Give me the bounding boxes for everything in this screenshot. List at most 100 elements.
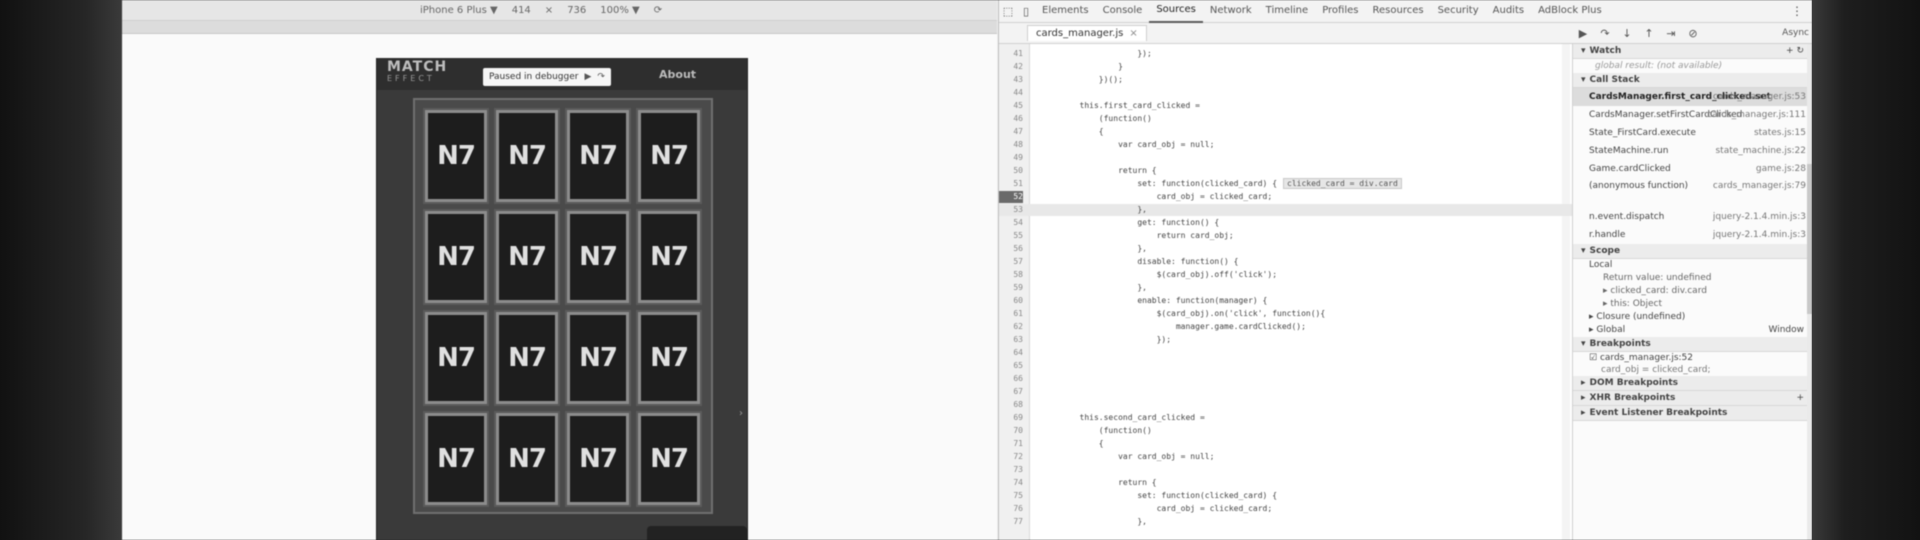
code-line[interactable]: 73: [999, 464, 1572, 476]
code-line[interactable]: 75 set: function(clicked_card) {: [999, 490, 1572, 502]
card[interactable]: N7: [494, 411, 560, 507]
line-number[interactable]: 63: [999, 334, 1023, 346]
scope-local[interactable]: Local: [1573, 259, 1812, 272]
line-number[interactable]: 58: [999, 269, 1023, 281]
card[interactable]: N7: [565, 108, 631, 204]
zoom-select[interactable]: 100% ▼: [600, 5, 639, 16]
resume-button[interactable]: ▶: [584, 72, 591, 82]
frame-location-link[interactable]: game.js:28: [1756, 160, 1806, 178]
rotate-icon[interactable]: ⟳: [654, 5, 662, 16]
code-line[interactable]: 67: [999, 386, 1572, 398]
dom-breakpoints-section-header[interactable]: ▸ DOM Breakpoints: [1573, 376, 1812, 391]
line-number[interactable]: 51: [999, 178, 1023, 190]
tab-profiles[interactable]: Profiles: [1315, 0, 1365, 22]
scope-this[interactable]: ▸ this: Object: [1573, 298, 1812, 311]
pause-on-exceptions-icon[interactable]: ⊘: [1682, 27, 1704, 40]
tab-timeline[interactable]: Timeline: [1259, 0, 1316, 22]
call-stack-frame[interactable]: CardsManager.setFirstCardClicked cards_ma…: [1573, 106, 1812, 124]
breakpoint-line-number[interactable]: 52: [999, 191, 1023, 203]
line-number[interactable]: 54: [999, 217, 1023, 229]
about-link[interactable]: About: [659, 68, 696, 81]
line-number[interactable]: 60: [999, 295, 1023, 307]
step-out-icon[interactable]: ↑: [1638, 27, 1660, 40]
card[interactable]: N7: [636, 108, 702, 204]
breakpoint-item[interactable]: ☑ cards_manager.js:52 card_obj = clicked…: [1573, 352, 1812, 376]
add-icon[interactable]: +: [1796, 391, 1804, 405]
line-number[interactable]: 57: [999, 256, 1023, 268]
add-icon[interactable]: +: [1786, 46, 1794, 56]
code-line[interactable]: 63 });: [999, 334, 1572, 346]
device-height-input[interactable]: 736: [567, 5, 586, 16]
code-line[interactable]: 49: [999, 152, 1572, 164]
line-number[interactable]: 70: [999, 425, 1023, 437]
code-line[interactable]: 62 manager.game.cardClicked();: [999, 321, 1572, 333]
code-line[interactable]: 48 var card_obj = null;: [999, 139, 1572, 151]
card[interactable]: N7: [423, 209, 489, 305]
code-line[interactable]: 68: [999, 399, 1572, 411]
line-number[interactable]: 46: [999, 113, 1023, 125]
card[interactable]: N7: [423, 411, 489, 507]
call-stack-frame[interactable]: Game.cardClicked game.js:28: [1573, 160, 1812, 178]
code-line[interactable]: 59 },: [999, 282, 1572, 294]
line-number[interactable]: 41: [999, 48, 1023, 60]
code-line[interactable]: 71 {: [999, 438, 1572, 450]
call-stack-frame[interactable]: n.event.dispatch jquery-2.1.4.min.js:3: [1573, 208, 1812, 226]
code-line[interactable]: 74 return {: [999, 477, 1572, 489]
code-line[interactable]: 64: [999, 347, 1572, 359]
line-number[interactable]: 67: [999, 386, 1023, 398]
line-number[interactable]: 73: [999, 464, 1023, 476]
line-number[interactable]: 65: [999, 360, 1023, 372]
step-over-button[interactable]: ↷: [597, 72, 605, 82]
code-line[interactable]: 58 $(card_obj).off('click');: [999, 269, 1572, 281]
card[interactable]: N7: [423, 310, 489, 406]
card[interactable]: N7: [636, 209, 702, 305]
device-select[interactable]: iPhone 6 Plus ▼: [420, 5, 498, 16]
step-over-icon[interactable]: ↷: [1594, 27, 1616, 40]
frame-location-link[interactable]: cards_manager.js:53: [1713, 88, 1806, 106]
tab-sources[interactable]: Sources: [1149, 0, 1203, 23]
line-number[interactable]: 43: [999, 74, 1023, 86]
line-number[interactable]: 72: [999, 451, 1023, 463]
line-number[interactable]: 62: [999, 321, 1023, 333]
code-line[interactable]: 55 return card_obj;: [999, 230, 1572, 242]
line-number[interactable]: 55: [999, 230, 1023, 242]
tab-elements[interactable]: Elements: [1035, 0, 1096, 22]
breakpoints-section-header[interactable]: ▾ Breakpoints: [1573, 337, 1812, 352]
code-line[interactable]: 70 (function(): [999, 425, 1572, 437]
code-line[interactable]: 77 },: [999, 516, 1572, 528]
tab-security[interactable]: Security: [1431, 0, 1486, 22]
device-mode-icon[interactable]: ▯: [1017, 5, 1035, 18]
code-line[interactable]: 57 disable: function() {: [999, 256, 1572, 268]
line-number[interactable]: 75: [999, 490, 1023, 502]
line-number[interactable]: 61: [999, 308, 1023, 320]
current-execution-line[interactable]: 53 },: [999, 204, 1572, 216]
card[interactable]: N7: [565, 209, 631, 305]
card[interactable]: N7: [565, 310, 631, 406]
close-icon[interactable]: ×: [1129, 28, 1137, 39]
frame-location-link[interactable]: jquery-2.1.4.min.js:3: [1713, 208, 1806, 226]
frame-location-link[interactable]: jquery-2.1.4.min.js:3: [1713, 226, 1806, 244]
line-number[interactable]: 74: [999, 477, 1023, 489]
xhr-breakpoints-section-header[interactable]: ▸ XHR Breakpoints +: [1573, 391, 1812, 406]
watch-section-header[interactable]: ▾ Watch + ↻: [1573, 44, 1812, 59]
code-line[interactable]: 56 },: [999, 243, 1572, 255]
line-number[interactable]: 53: [999, 204, 1023, 216]
code-line[interactable]: 51 set: function(clicked_card) {clicked_…: [999, 178, 1572, 190]
frame-location-link[interactable]: cards_manager.js:111: [1707, 106, 1806, 124]
code-line[interactable]: 50 return {: [999, 165, 1572, 177]
card[interactable]: N7: [636, 310, 702, 406]
card[interactable]: N7: [494, 310, 560, 406]
scope-global[interactable]: ▸ Global Window: [1573, 324, 1812, 337]
call-stack-frame[interactable]: (anonymous function) cards_manager.js:79: [1573, 178, 1812, 208]
file-tab-cards-manager[interactable]: cards_manager.js ×: [1027, 25, 1147, 41]
card[interactable]: N7: [565, 411, 631, 507]
code-line[interactable]: 41 });: [999, 48, 1572, 60]
code-line[interactable]: 66: [999, 373, 1572, 385]
line-number[interactable]: 48: [999, 139, 1023, 151]
scope-closure[interactable]: ▸ Closure (undefined): [1573, 311, 1812, 324]
line-number[interactable]: 68: [999, 399, 1023, 411]
code-line[interactable]: 47 {: [999, 126, 1572, 138]
tab-console[interactable]: Console: [1096, 0, 1150, 22]
code-line[interactable]: 45 this.first_card_clicked =: [999, 100, 1572, 112]
device-width-input[interactable]: 414: [512, 5, 531, 16]
